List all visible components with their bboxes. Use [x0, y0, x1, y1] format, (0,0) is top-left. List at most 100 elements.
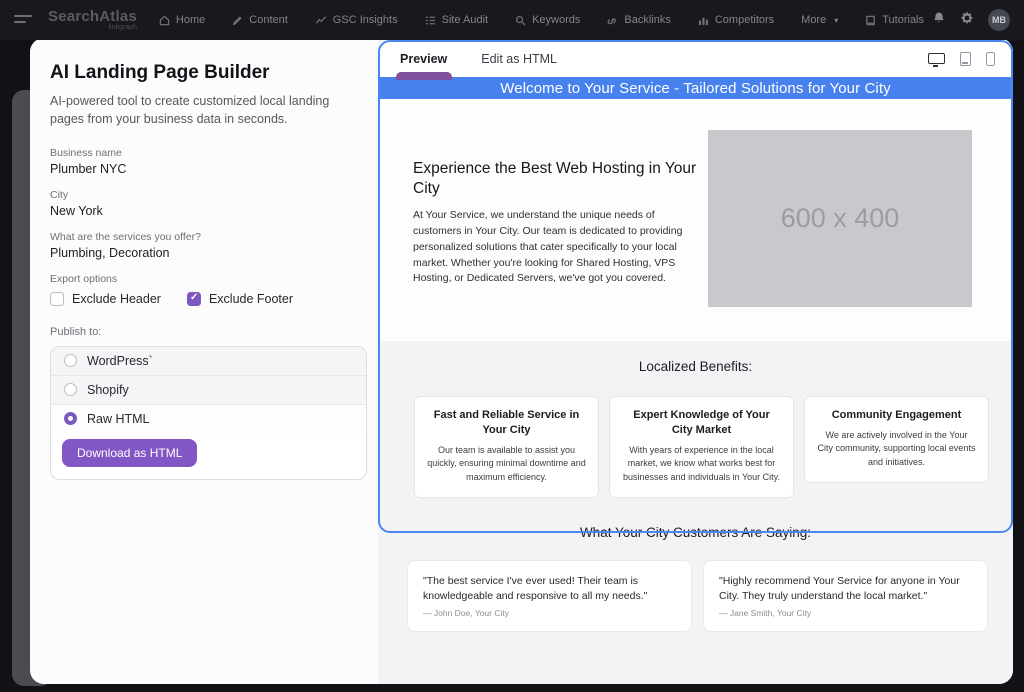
export-options: Exclude Header Exclude Footer — [50, 292, 383, 306]
publish-option-raw-html[interactable]: Raw HTML — [51, 405, 366, 433]
publish-options: WordPress` Shopify Raw HTML Download as … — [50, 346, 367, 480]
benefit-body: We are actively involved in the Your Cit… — [817, 429, 976, 470]
line-chart-icon — [315, 15, 327, 26]
export-options-label: Export options — [50, 273, 383, 285]
active-tab-indicator — [396, 72, 452, 80]
checklist-icon — [425, 15, 436, 26]
bell-icon[interactable] — [932, 11, 946, 30]
publish-option-wordpress[interactable]: WordPress` — [51, 347, 366, 376]
checkbox-checked-icon[interactable] — [187, 292, 201, 306]
benefit-title: Community Engagement — [817, 408, 976, 423]
hero-section: Experience the Best Web Hosting in Your … — [378, 99, 1013, 341]
radio-icon[interactable] — [64, 354, 77, 367]
hero-heading: Experience the Best Web Hosting in Your … — [413, 159, 705, 199]
desktop-icon[interactable] — [928, 53, 945, 64]
hero-image-placeholder: 600 x 400 — [708, 130, 972, 307]
nav-item-competitors[interactable]: Competitors — [698, 14, 774, 26]
radio-selected-icon[interactable] — [64, 412, 77, 425]
checkbox-label: Exclude Footer — [209, 292, 293, 306]
field-label: What are the services you offer? — [50, 231, 383, 243]
exclude-footer-checkbox[interactable]: Exclude Footer — [187, 292, 293, 306]
page-title: AI Landing Page Builder — [50, 62, 383, 84]
tab-edit-as-html[interactable]: Edit as HTML — [481, 52, 557, 66]
benefit-body: Our team is available to assist you quic… — [427, 444, 586, 485]
preview-tabs: Preview Edit as HTML — [378, 40, 1013, 77]
services-field: What are the services you offer? Plumbin… — [50, 231, 383, 260]
logo[interactable]: SearchAtlas linkgraph — [48, 9, 137, 32]
nav-label: GSC Insights — [333, 14, 398, 26]
benefit-cards: Fast and Reliable Service in Your City O… — [378, 374, 1013, 498]
tablet-icon[interactable] — [960, 52, 971, 66]
field-label: Business name — [50, 147, 383, 159]
menu-icon[interactable] — [14, 14, 32, 26]
nav-item-content[interactable]: Content — [232, 14, 288, 26]
radio-label: WordPress` — [87, 354, 153, 368]
logo-title: SearchAtlas — [48, 9, 137, 24]
book-icon — [865, 15, 876, 26]
top-nav: SearchAtlas linkgraph Home Content GSC I… — [0, 0, 1024, 40]
chevron-down-icon: ▾ — [834, 16, 838, 25]
link-icon — [607, 15, 618, 26]
city-value[interactable]: New York — [50, 204, 383, 218]
radio-icon[interactable] — [64, 383, 77, 396]
hero-text: Experience the Best Web Hosting in Your … — [413, 159, 705, 287]
field-label: City — [50, 189, 383, 201]
logo-subtitle: linkgraph — [48, 24, 137, 32]
nav-right: MB — [932, 9, 1010, 31]
business-name-value[interactable]: Plumber NYC — [50, 162, 383, 176]
nav-item-tutorials[interactable]: Tutorials — [865, 14, 924, 26]
nav-label: Competitors — [715, 14, 774, 26]
checkbox-label: Exclude Header — [72, 292, 161, 306]
radio-label: Raw HTML — [87, 412, 150, 426]
main-surface: AI Landing Page Builder AI-powered tool … — [30, 38, 1013, 684]
testimonials-heading: What Your City Customers Are Saying: — [378, 525, 1013, 540]
exclude-header-checkbox[interactable]: Exclude Header — [50, 292, 161, 306]
services-value[interactable]: Plumbing, Decoration — [50, 246, 383, 260]
nav-item-site-audit[interactable]: Site Audit — [425, 14, 488, 26]
nav-label: Backlinks — [624, 14, 670, 26]
nav-label: More — [801, 14, 826, 26]
nav-label: Home — [176, 14, 205, 26]
benefit-card: Community Engagement We are actively inv… — [804, 396, 989, 483]
radio-label: Shopify — [87, 383, 129, 397]
bar-chart-icon — [698, 15, 709, 26]
avatar[interactable]: MB — [988, 9, 1010, 31]
nav-item-gsc-insights[interactable]: GSC Insights — [315, 14, 398, 26]
home-icon — [159, 15, 170, 26]
testimonial-card: "The best service I've ever used! Their … — [407, 560, 692, 631]
benefit-card: Expert Knowledge of Your City Market Wit… — [609, 396, 794, 498]
benefits-and-testimonials: Localized Benefits: Fast and Reliable Se… — [378, 341, 1013, 684]
publish-option-shopify[interactable]: Shopify — [51, 376, 366, 405]
nav-items: Home Content GSC Insights Site Audit Key… — [159, 14, 924, 26]
benefit-title: Expert Knowledge of Your City Market — [622, 408, 781, 438]
benefits-heading: Localized Benefits: — [378, 341, 1013, 374]
nav-label: Content — [249, 14, 288, 26]
testimonial-quote: "The best service I've ever used! Their … — [423, 574, 676, 604]
tab-preview[interactable]: Preview — [400, 52, 447, 66]
nav-item-more[interactable]: More ▾ — [801, 14, 838, 26]
testimonial-quote: "Highly recommend Your Service for anyon… — [719, 574, 972, 604]
search-icon — [515, 15, 526, 26]
testimonial-author: — John Doe, Your City — [423, 608, 676, 618]
mobile-icon[interactable] — [986, 52, 995, 66]
nav-label: Keywords — [532, 14, 580, 26]
benefit-card: Fast and Reliable Service in Your City O… — [414, 396, 599, 498]
nav-item-keywords[interactable]: Keywords — [515, 14, 580, 26]
checkbox-unchecked-icon[interactable] — [50, 292, 64, 306]
benefit-title: Fast and Reliable Service in Your City — [427, 408, 586, 438]
preview-panel: Preview Edit as HTML Welcome to Your Ser… — [378, 40, 1013, 684]
nav-label: Tutorials — [882, 14, 924, 26]
business-name-field: Business name Plumber NYC — [50, 147, 383, 176]
pencil-icon — [232, 15, 243, 26]
nav-label: Site Audit — [442, 14, 488, 26]
nav-item-backlinks[interactable]: Backlinks — [607, 14, 670, 26]
city-field: City New York — [50, 189, 383, 218]
download-as-html-button[interactable]: Download as HTML — [62, 439, 197, 467]
hero-body: At Your Service, we understand the uniqu… — [413, 208, 705, 287]
device-toggle — [928, 52, 995, 66]
gear-icon[interactable] — [960, 11, 974, 30]
page-description: AI-powered tool to create customized loc… — [50, 93, 352, 129]
benefit-body: With years of experience in the local ma… — [622, 444, 781, 485]
nav-item-home[interactable]: Home — [159, 14, 205, 26]
landing-banner: Welcome to Your Service - Tailored Solut… — [378, 77, 1013, 99]
